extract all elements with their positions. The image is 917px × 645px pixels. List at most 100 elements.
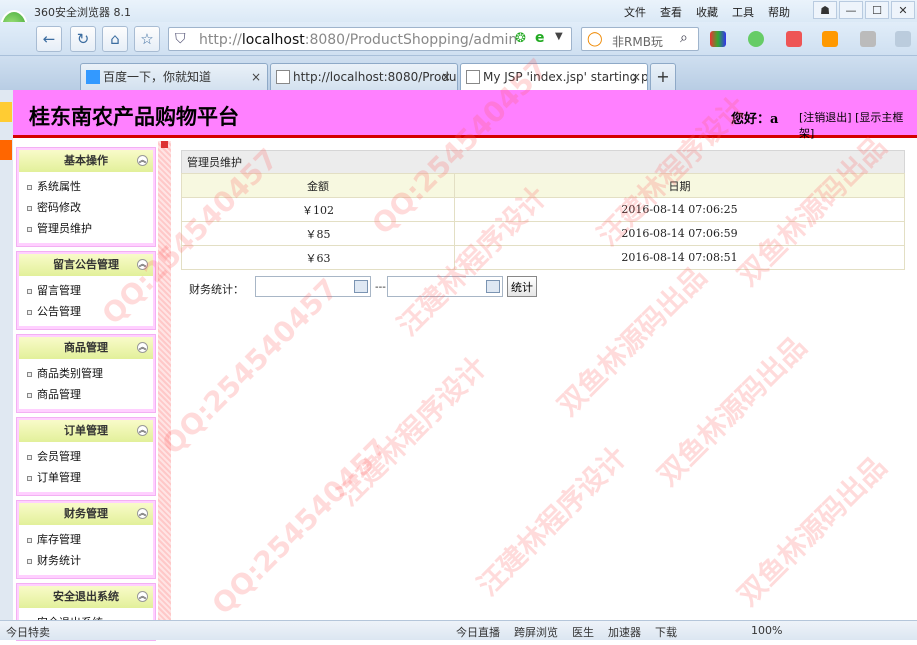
zoom-level[interactable]: 100% xyxy=(751,624,782,640)
collapse-arrow-icon[interactable] xyxy=(161,141,168,148)
stat-button[interactable]: 统计 xyxy=(507,276,537,297)
search-box[interactable]: ◯ 非RMB玩 ⌕ xyxy=(581,27,699,51)
maximize-icon[interactable]: ☐ xyxy=(865,1,889,19)
weibo-rail-icon[interactable] xyxy=(0,140,12,160)
sidebar-item-label[interactable]: 留言管理 xyxy=(37,284,81,297)
bullet-icon xyxy=(27,309,32,315)
bullet-icon xyxy=(27,392,32,398)
status-download[interactable]: 下载 xyxy=(655,624,677,640)
menu-favorites[interactable]: 收藏 xyxy=(696,4,718,20)
tab-index-jsp[interactable]: My JSP 'index.jsp' starting p × xyxy=(460,63,648,90)
menu-tools[interactable]: 工具 xyxy=(732,4,754,20)
watermark-text: 双鱼林源码出品 xyxy=(731,450,894,613)
collapse-icon[interactable]: ︽ xyxy=(137,259,148,270)
refresh-icon[interactable]: ↻ xyxy=(70,26,96,52)
collapse-icon[interactable]: ︽ xyxy=(137,342,148,353)
status-doctor[interactable]: 医生 xyxy=(572,624,594,640)
game-icon[interactable] xyxy=(860,31,876,47)
browser-side-rail xyxy=(0,90,13,620)
sidebar-item-label[interactable]: 商品类别管理 xyxy=(37,367,103,380)
date-from-input[interactable] xyxy=(255,276,371,297)
sidebar-section-title: 安全退出系统 xyxy=(53,590,119,603)
more-tools-icon[interactable] xyxy=(895,31,911,47)
status-live[interactable]: 今日直播 xyxy=(456,624,500,640)
date-to-input[interactable] xyxy=(387,276,503,297)
sidebar-section-header[interactable]: 商品管理 ︽ xyxy=(19,337,153,359)
tab-localhost[interactable]: http://localhost:8080/Produ × xyxy=(270,63,458,90)
new-tab-button[interactable]: + xyxy=(650,63,676,90)
favorites-rail-icon[interactable] xyxy=(0,102,12,122)
sidebar-item[interactable]: 财务统计 xyxy=(19,550,153,571)
sidebar-item[interactable]: 密码修改 xyxy=(19,197,153,218)
sidebar-section-header[interactable]: 留言公告管理 ︽ xyxy=(19,254,153,276)
sidebar-item-label[interactable]: 商品管理 xyxy=(37,388,81,401)
bookmark-icon[interactable] xyxy=(822,31,838,47)
sidebar-item[interactable]: 留言管理 xyxy=(19,280,153,301)
sidebar-section-header[interactable]: 财务管理 ︽ xyxy=(19,503,153,525)
status-cross-screen[interactable]: 跨屏浏览 xyxy=(514,624,558,640)
sidebar-item-label[interactable]: 库存管理 xyxy=(37,533,81,546)
bullet-icon xyxy=(27,537,32,543)
collapse-icon[interactable]: ︽ xyxy=(137,425,148,436)
search-icon[interactable]: ⌕ xyxy=(680,30,688,46)
menu-view[interactable]: 查看 xyxy=(660,4,682,20)
address-dropdown-icon[interactable]: ▼ xyxy=(555,31,563,42)
sidebar-item-label[interactable]: 管理员维护 xyxy=(37,222,92,235)
minimize-icon[interactable]: — xyxy=(839,1,863,19)
collapse-icon[interactable]: ︽ xyxy=(137,591,148,602)
sidebar-item-label[interactable]: 密码修改 xyxy=(37,201,81,214)
today-deals-link[interactable]: 今日特卖 xyxy=(6,624,50,640)
sidebar-item-label[interactable]: 订单管理 xyxy=(37,471,81,484)
status-accelerator[interactable]: 加速器 xyxy=(608,624,641,640)
close-tab-icon[interactable]: × xyxy=(631,64,641,90)
sidebar-item[interactable]: 管理员维护 xyxy=(19,218,153,239)
sidebar-item[interactable]: 商品类别管理 xyxy=(19,363,153,384)
apps-icon[interactable] xyxy=(710,31,726,47)
sidebar-item[interactable]: 商品管理 xyxy=(19,384,153,405)
sidebar-section-header[interactable]: 安全退出系统 ︽ xyxy=(19,586,153,608)
amount-cell: ￥102 xyxy=(181,197,455,222)
menu-help[interactable]: 帮助 xyxy=(768,4,790,20)
close-tab-icon[interactable]: × xyxy=(251,64,261,90)
sidebar-item-label[interactable]: 系统属性 xyxy=(37,180,81,193)
sidebar-item-label[interactable]: 公告管理 xyxy=(37,305,81,318)
sidebar-splitter[interactable] xyxy=(158,141,171,620)
search-engine-icon[interactable]: ◯ xyxy=(587,31,603,47)
sidebar-item[interactable]: 订单管理 xyxy=(19,467,153,488)
sidebar-section-title: 留言公告管理 xyxy=(53,258,119,271)
close-icon[interactable]: ✕ xyxy=(891,1,915,19)
sidebar-item[interactable]: 公告管理 xyxy=(19,301,153,322)
sidebar-item-label[interactable]: 会员管理 xyxy=(37,450,81,463)
amount-cell: ￥85 xyxy=(181,221,455,246)
sidebar-section-header[interactable]: 订单管理 ︽ xyxy=(19,420,153,442)
menu-file[interactable]: 文件 xyxy=(624,4,646,20)
web-page: 桂东南农产品购物平台 您好：a [注销退出] [显示主框架] 基本操作 ︽ 系统属性… xyxy=(13,52,917,641)
compat-mode-icon[interactable]: ❂ xyxy=(515,31,526,46)
favorite-star-icon[interactable]: ☆ xyxy=(134,26,160,52)
ad-block-icon[interactable] xyxy=(786,31,802,47)
skin-icon[interactable]: ☗ xyxy=(813,1,837,19)
sidebar-section-header[interactable]: 基本操作 ︽ xyxy=(19,150,153,172)
watermark-text: QQ:254540457 xyxy=(205,432,395,621)
close-tab-icon[interactable]: × xyxy=(441,64,451,90)
sidebar-item-label[interactable]: 财务统计 xyxy=(37,554,81,567)
sidebar-section-title: 订单管理 xyxy=(64,424,108,437)
collapse-icon[interactable]: ︽ xyxy=(137,508,148,519)
baidu-paw-icon xyxy=(86,70,100,84)
table-row: ￥85 2016-08-14 07:06:59 xyxy=(181,221,905,246)
money-icon[interactable] xyxy=(748,31,764,47)
sidebar-item[interactable]: 系统属性 xyxy=(19,176,153,197)
bullet-icon xyxy=(27,184,32,190)
ie-mode-icon[interactable]: e xyxy=(535,30,545,46)
sidebar-item[interactable]: 会员管理 xyxy=(19,446,153,467)
collapse-icon[interactable]: ︽ xyxy=(137,155,148,166)
tab-baidu[interactable]: 百度一下，你就知道 × xyxy=(80,63,268,90)
calendar-icon[interactable] xyxy=(486,280,500,293)
calendar-icon[interactable] xyxy=(354,280,368,293)
address-bar[interactable]: ⛉ http://localhost:8080/ProductShopping/… xyxy=(168,27,572,51)
sidebar-item[interactable]: 库存管理 xyxy=(19,529,153,550)
home-icon[interactable]: ⌂ xyxy=(102,26,128,52)
back-icon[interactable]: ← xyxy=(36,26,62,52)
header-links[interactable]: [注销退出] [显示主框架] xyxy=(799,109,917,141)
search-input[interactable]: 非RMB玩 xyxy=(612,33,663,50)
